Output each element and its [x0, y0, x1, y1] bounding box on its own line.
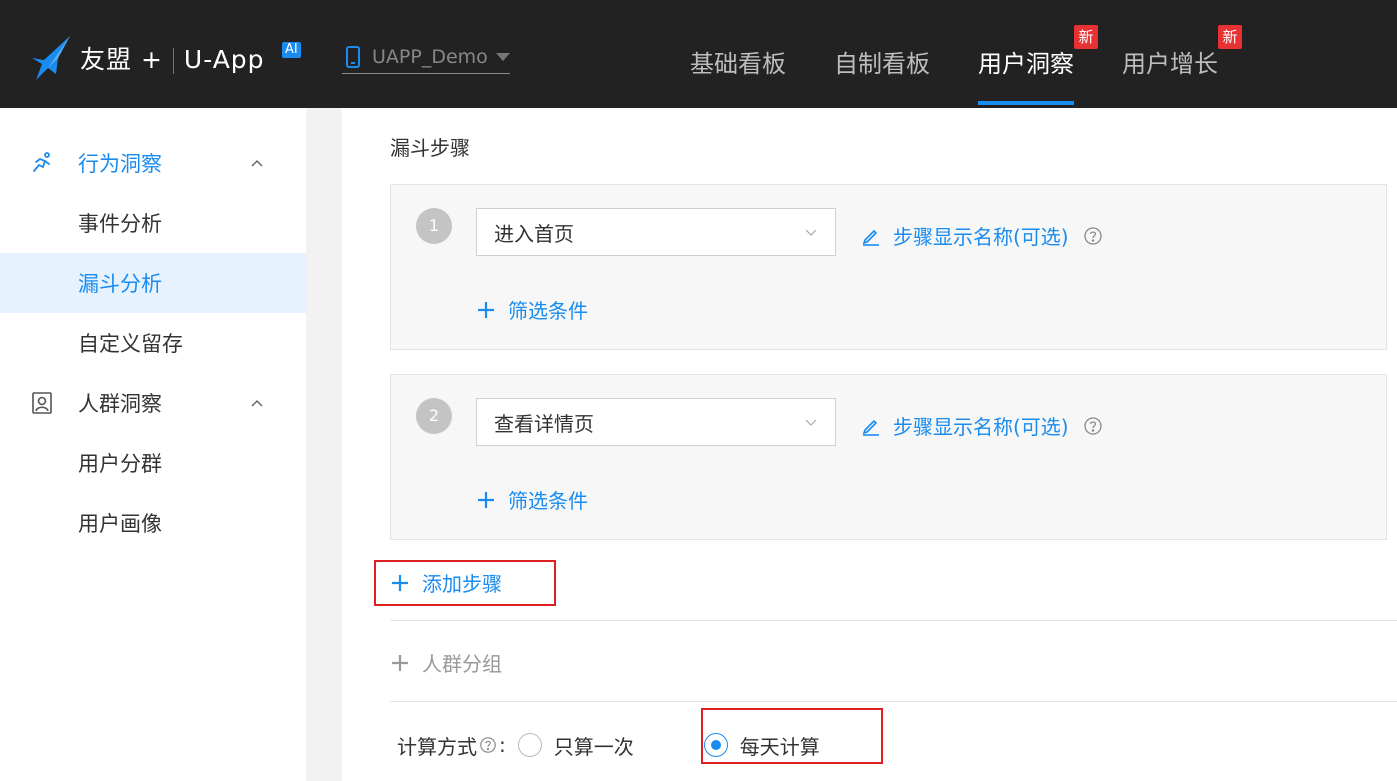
- chevron-down-icon: [805, 229, 817, 236]
- funnel-step-card: 1 进入首页 步骤显示名称(可选) 筛选条件: [390, 184, 1387, 350]
- sidebar-group-label: 人群洞察: [78, 392, 162, 416]
- app-selector-value: UAPP_Demo: [372, 45, 488, 68]
- calc-method-colon: :: [499, 733, 506, 757]
- edit-pencil-icon: [862, 229, 879, 246]
- radio-once-label: 只算一次: [553, 734, 634, 759]
- sidebar-item-custom-retention[interactable]: 自定义留存: [0, 313, 306, 373]
- step-event-select[interactable]: 进入首页: [476, 208, 836, 256]
- divider: [390, 701, 1397, 702]
- step-event-value: 查看详情页: [494, 411, 594, 436]
- crowd-group-button[interactable]: 人群分组: [390, 648, 502, 677]
- step-alias-link[interactable]: 步骤显示名称(可选): [861, 221, 1103, 250]
- plus-icon: [478, 301, 494, 318]
- help-circle-icon[interactable]: [479, 736, 497, 754]
- sidebar-item-event-analysis[interactable]: 事件分析: [0, 193, 306, 253]
- step-alias-link[interactable]: 步骤显示名称(可选): [861, 411, 1103, 440]
- running-person-icon: [33, 152, 50, 172]
- mobile-phone-icon: [346, 45, 360, 68]
- ai-badge: AI: [282, 42, 301, 58]
- funnel-steps-title: 漏斗步骤: [390, 136, 470, 160]
- nav-user-growth[interactable]: 用户增长: [1122, 44, 1218, 79]
- nav-basic-dashboard[interactable]: 基础看板: [690, 44, 786, 79]
- chevron-up-icon: [251, 159, 263, 167]
- main-content: 漏斗步骤 1 进入首页 步骤显示名称(可选) 筛选条件 2 查看详情页 步骤显示…: [342, 108, 1397, 781]
- sidebar-item-funnel-analysis[interactable]: 漏斗分析: [0, 253, 306, 313]
- user-card-icon: [32, 392, 52, 414]
- add-step-highlight: 添加步骤: [374, 560, 556, 606]
- funnel-step-card: 2 查看详情页 步骤显示名称(可选) 筛选条件: [390, 374, 1387, 540]
- edit-pencil-icon: [862, 419, 879, 436]
- add-step-button[interactable]: 添加步骤: [390, 568, 502, 597]
- umeng-bird-icon: [32, 36, 70, 80]
- nav-user-insight[interactable]: 用户洞察: [978, 44, 1074, 79]
- new-badge: 新: [1074, 25, 1098, 49]
- help-circle-icon[interactable]: [1083, 416, 1103, 436]
- chevron-up-icon: [251, 399, 263, 407]
- plus-icon: [392, 574, 408, 591]
- help-circle-icon[interactable]: [1083, 226, 1103, 246]
- add-filter-button[interactable]: 筛选条件: [476, 295, 588, 324]
- brand-text: 友盟 + U-App: [80, 45, 265, 74]
- brand-logo[interactable]: 友盟 + U-App AI: [30, 34, 301, 82]
- add-filter-button[interactable]: 筛选条件: [476, 485, 588, 514]
- radio-once[interactable]: [517, 733, 542, 757]
- step-number: 1: [416, 208, 452, 244]
- nav-custom-dashboard[interactable]: 自制看板: [834, 44, 930, 79]
- sidebar-item-user-profile[interactable]: 用户画像: [0, 493, 306, 553]
- app-selector[interactable]: UAPP_Demo: [342, 40, 510, 74]
- content-gutter: [306, 108, 342, 781]
- active-tab-indicator: [978, 101, 1074, 105]
- sidebar-group-crowd[interactable]: 人群洞察: [0, 373, 306, 433]
- sidebar-group-behavior[interactable]: 行为洞察: [0, 133, 306, 193]
- plus-icon: [478, 491, 494, 508]
- step-event-value: 进入首页: [494, 221, 574, 246]
- daily-calc-highlight: [701, 708, 883, 764]
- caret-down-icon: [495, 52, 510, 61]
- plus-icon: [392, 654, 408, 671]
- sidebar: 行为洞察 事件分析 漏斗分析 自定义留存 人群洞察 用户分群 用户画像: [0, 108, 306, 781]
- top-header: 友盟 + U-App AI UAPP_Demo 基础看板 自制看板 用户洞察 新 …: [0, 0, 1397, 108]
- sidebar-item-user-segments[interactable]: 用户分群: [0, 433, 306, 493]
- divider: [390, 620, 1397, 621]
- new-badge: 新: [1218, 25, 1242, 49]
- step-number: 2: [416, 398, 452, 434]
- sidebar-group-label: 行为洞察: [78, 152, 162, 176]
- chevron-down-icon: [805, 419, 817, 426]
- calc-method-label: 计算方式: [397, 734, 477, 759]
- step-event-select[interactable]: 查看详情页: [476, 398, 836, 446]
